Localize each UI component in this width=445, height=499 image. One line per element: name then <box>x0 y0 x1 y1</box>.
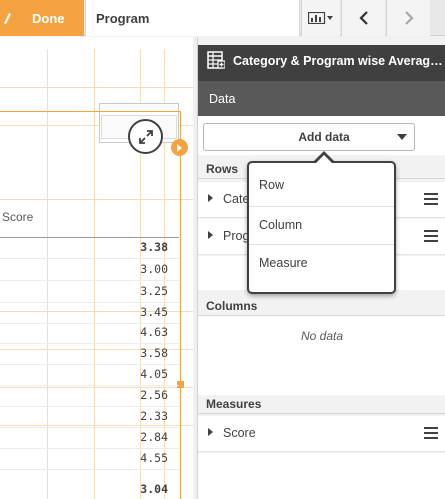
add-data-button[interactable]: Add data <box>203 123 415 151</box>
grid-line <box>0 425 193 426</box>
measures-field-score[interactable]: Score <box>198 416 445 452</box>
data-tab[interactable]: Data <box>198 81 445 116</box>
field-name: Score <box>223 426 256 440</box>
row-divider <box>0 364 179 365</box>
row-divider <box>0 406 179 407</box>
columns-drop-area <box>198 316 445 395</box>
table-cell: 2.56 <box>140 388 168 402</box>
row-divider <box>0 258 179 259</box>
table-icon <box>207 51 225 69</box>
table-cell: 3.00 <box>140 262 168 276</box>
measures-section-label: Measures <box>206 397 262 411</box>
expand-arrow-icon <box>208 428 213 436</box>
chart-type-button[interactable] <box>301 0 340 36</box>
grid-line <box>0 87 193 88</box>
row-divider <box>0 469 179 470</box>
table-cell: 2.84 <box>140 430 168 444</box>
resize-handle-corner[interactable] <box>171 139 188 156</box>
table-cell: 3.25 <box>140 284 168 298</box>
add-data-area: Add data <box>198 116 445 155</box>
done-label: Done <box>32 11 65 26</box>
columns-section-label: Columns <box>206 299 258 313</box>
menu-item-measure[interactable]: Measure <box>249 244 394 282</box>
row-divider <box>0 427 179 428</box>
table-cell: 3.58 <box>140 346 168 360</box>
selection-border-right <box>180 111 181 499</box>
table-total-cell: 3.04 <box>140 482 168 496</box>
rows-section-label: Rows <box>206 162 239 176</box>
score-column-header[interactable]: Score <box>2 210 33 224</box>
caret-down-icon <box>397 134 407 140</box>
expand-arrow-icon <box>208 231 213 239</box>
menu-item-row[interactable]: Row <box>249 167 394 205</box>
expand-arrow-icon <box>208 194 213 202</box>
popover-arrow-inner <box>316 155 332 163</box>
top-toolbar: Done Program <box>0 0 445 36</box>
chevron-right-icon <box>404 11 414 25</box>
table-cell: 3.45 <box>140 305 168 319</box>
hamburger-menu-icon[interactable] <box>424 193 438 205</box>
table-total-cell: 3.38 <box>140 240 168 254</box>
next-button[interactable] <box>386 0 430 36</box>
table-cell: 4.63 <box>140 325 168 339</box>
table-cell: 4.05 <box>140 367 168 381</box>
row-divider <box>0 385 179 386</box>
fullscreen-button[interactable] <box>128 119 163 154</box>
sheet-title[interactable]: Program <box>85 0 300 36</box>
row-divider <box>0 302 179 303</box>
selection-border-top <box>0 111 181 112</box>
columns-empty-text: No data <box>300 329 344 343</box>
done-button[interactable]: Done <box>0 0 84 36</box>
grid-line <box>47 49 48 499</box>
grid-line <box>94 49 95 499</box>
section-divider <box>198 413 445 414</box>
panel-title: Category & Program wise Average Score <box>233 54 443 68</box>
hamburger-menu-icon[interactable] <box>424 427 438 439</box>
expand-icon <box>138 129 153 144</box>
table-cell: 4.55 <box>140 451 168 465</box>
add-data-menu: Row Column Measure <box>247 161 396 294</box>
hamburger-menu-icon[interactable] <box>424 230 438 242</box>
previous-button[interactable] <box>341 0 385 36</box>
header-divider <box>0 237 179 238</box>
chevron-left-icon <box>358 11 368 25</box>
add-data-label: Add data <box>298 130 350 144</box>
pencil-icon <box>4 13 11 24</box>
row-divider <box>0 280 179 281</box>
chart-icon <box>308 12 333 24</box>
row-divider <box>0 448 179 449</box>
row-divider <box>0 323 179 324</box>
measures-drop-area <box>198 453 445 499</box>
panel-header: Category & Program wise Average Score <box>198 45 445 81</box>
row-divider <box>0 343 179 344</box>
grid-line <box>0 199 193 200</box>
table-cell: 2.33 <box>140 409 168 423</box>
menu-item-column[interactable]: Column <box>249 206 394 244</box>
